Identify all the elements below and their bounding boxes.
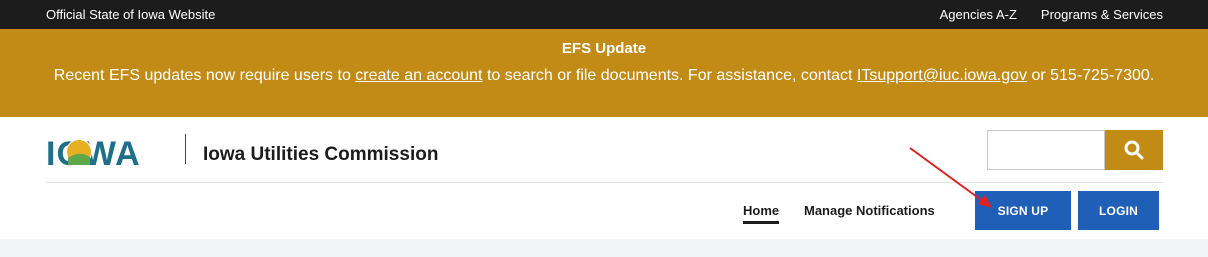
state-topbar: Official State of Iowa Website Agencies … (0, 0, 1208, 29)
official-website-label: Official State of Iowa Website (46, 7, 216, 22)
alert-title: EFS Update (561, 40, 647, 57)
nav-manage-notifications[interactable]: Manage Notifications (804, 203, 935, 218)
header-divider (46, 182, 1163, 183)
agencies-link[interactable]: Agencies A-Z (940, 7, 1017, 22)
search-icon (1124, 140, 1144, 160)
logo-wordmark: IOWA (46, 135, 141, 169)
logo-divider (185, 134, 186, 164)
alert-message: Recent EFS updates now require users to … (14, 63, 1194, 88)
alert-text-before: Recent EFS updates now require users to (53, 67, 356, 84)
nav-home[interactable]: Home (743, 203, 780, 224)
signup-button[interactable]: SIGN UP (975, 191, 1071, 230)
site-name[interactable]: Iowa Utilities Commission (203, 144, 438, 166)
iowa-logo[interactable]: IOWA (46, 135, 178, 169)
login-button[interactable]: LOGIN (1078, 191, 1159, 230)
topbar-links: Agencies A-Z Programs & Services (940, 7, 1163, 22)
alert-text-after: or 515-725-7300. (1027, 67, 1155, 84)
alert-text-middle: to search or file documents. For assista… (482, 67, 857, 84)
search-input[interactable] (987, 130, 1105, 170)
site-header: IOWA Iowa Utilities Commission Home Mana… (0, 117, 1208, 239)
support-email-link[interactable]: ITsupport@iuc.iowa.gov (857, 67, 1027, 84)
programs-link[interactable]: Programs & Services (1041, 7, 1163, 22)
search-button[interactable] (1105, 130, 1163, 170)
create-account-link[interactable]: create an account (355, 67, 482, 84)
efs-alert-banner: EFS Update Recent EFS updates now requir… (0, 29, 1208, 117)
